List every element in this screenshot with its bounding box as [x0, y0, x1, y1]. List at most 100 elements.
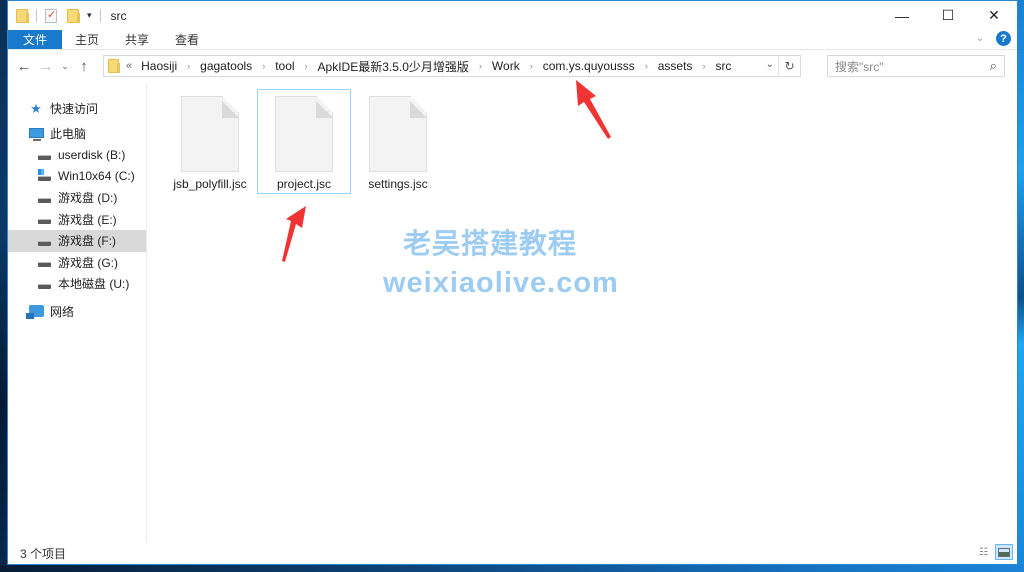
- explorer-body: ★ 快速访问 此电脑 userdisk (B:) Win10x64 (C:) 游…: [8, 84, 1017, 542]
- sidebar-item-label: Win10x64 (C:): [58, 169, 135, 184]
- window-controls: — ☐ ✕: [879, 1, 1017, 30]
- sidebar-item-quick-access[interactable]: ★ 快速访问: [8, 98, 146, 120]
- address-history-dropdown[interactable]: ⌄: [766, 59, 774, 70]
- page-fold: [222, 101, 239, 118]
- file-list: jsb_polyfill.jsc project.jsc settings.js…: [147, 84, 1017, 542]
- star-icon: ★: [30, 100, 42, 116]
- network-icon: [25, 305, 44, 320]
- sidebar-item-label: 本地磁盘 (U:): [58, 277, 130, 292]
- help-icon[interactable]: ?: [996, 31, 1011, 46]
- folder-icon: [108, 59, 120, 73]
- breadcrumb-item[interactable]: ApkIDE最新3.5.0少月增强版: [318, 58, 469, 75]
- divider: [36, 9, 37, 22]
- breadcrumb-overflow-button[interactable]: «: [126, 60, 132, 72]
- file-name: project.jsc: [276, 177, 332, 191]
- sidebar-item-drive-g[interactable]: 游戏盘 (G:): [8, 252, 146, 274]
- watermark-url: weixiaolive.com: [383, 267, 619, 299]
- sidebar-item-drive-e[interactable]: 游戏盘 (E:): [8, 209, 146, 231]
- breadcrumb-separator-icon[interactable]: ›: [262, 61, 265, 71]
- close-button[interactable]: ✕: [971, 1, 1017, 30]
- sidebar-item-drive-c[interactable]: Win10x64 (C:): [8, 166, 146, 188]
- breadcrumb-separator-icon[interactable]: ›: [187, 61, 190, 71]
- sidebar-item-label: 快速访问: [50, 102, 99, 117]
- sidebar-item-drive-u[interactable]: 本地磁盘 (U:): [8, 273, 146, 295]
- forward-button[interactable]: →: [35, 58, 57, 75]
- maximize-button[interactable]: ☐: [925, 1, 971, 30]
- breadcrumb-item[interactable]: com.ys.quyousss: [543, 59, 635, 73]
- breadcrumb-separator-icon[interactable]: ›: [305, 61, 308, 71]
- tab-share[interactable]: 共享: [112, 30, 162, 49]
- refresh-button[interactable]: ↻: [778, 56, 800, 76]
- window-title: src: [110, 8, 127, 23]
- tab-view[interactable]: 查看: [162, 30, 212, 49]
- sidebar-item-drive-b[interactable]: userdisk (B:): [8, 144, 146, 166]
- tab-home[interactable]: 主页: [62, 30, 112, 49]
- breadcrumb-separator-icon[interactable]: ›: [645, 61, 648, 71]
- os-drive-icon: [36, 169, 52, 182]
- breadcrumb-separator-icon[interactable]: ›: [479, 61, 482, 71]
- breadcrumb-item[interactable]: assets: [658, 59, 693, 73]
- desktop-background-left: [0, 0, 7, 572]
- file-item[interactable]: jsb_polyfill.jsc: [163, 89, 257, 194]
- large-icons-view-button[interactable]: [995, 544, 1013, 560]
- drive-icon: [36, 257, 52, 268]
- recent-locations-dropdown[interactable]: ⌄: [57, 61, 73, 72]
- item-count: 3 个项目: [20, 546, 67, 561]
- file-item[interactable]: settings.jsc: [351, 89, 445, 194]
- sidebar-item-label: 游戏盘 (E:): [58, 212, 117, 227]
- folder-icon[interactable]: [16, 8, 29, 23]
- drive-icon: [36, 279, 52, 289]
- file-item-selected[interactable]: project.jsc: [257, 89, 351, 194]
- file-name: jsb_polyfill.jsc: [173, 177, 247, 191]
- taskbar-edge: [0, 565, 1024, 572]
- computer-icon: [28, 128, 44, 142]
- sidebar-item-label: 游戏盘 (F:): [58, 234, 116, 249]
- tab-file[interactable]: 文件: [8, 30, 63, 49]
- sidebar-item-label: 游戏盘 (D:): [58, 191, 118, 206]
- new-folder-icon[interactable]: [67, 8, 80, 23]
- drive-icon: [36, 150, 52, 160]
- breadcrumb-separator-icon[interactable]: ›: [530, 61, 533, 71]
- sidebar-item-drive-d[interactable]: 游戏盘 (D:): [8, 187, 146, 209]
- ribbon-tabs: 文件 主页 共享 查看 ⌄ ?: [8, 30, 1017, 50]
- large-icons-view-icon: [998, 547, 1010, 557]
- breadcrumb-item[interactable]: Work: [492, 59, 520, 73]
- view-switcher: ☷: [974, 544, 1013, 560]
- customize-toolbar-dropdown[interactable]: ▾: [87, 10, 92, 21]
- divider: [99, 9, 101, 22]
- details-view-button[interactable]: ☷: [974, 544, 992, 560]
- details-view-icon: ☷: [979, 546, 988, 558]
- title-bar: ▾ src — ☐ ✕: [8, 1, 1017, 30]
- sidebar-item-label: userdisk (B:): [58, 147, 126, 162]
- sidebar-item-this-pc[interactable]: 此电脑: [8, 123, 146, 145]
- address-bar[interactable]: « Haosiji › gagatools › tool › ApkIDE最新3…: [103, 55, 801, 77]
- minimize-button[interactable]: —: [879, 1, 925, 30]
- desktop-background-right: [1018, 0, 1024, 572]
- expand-ribbon-chevron-icon[interactable]: ⌄: [976, 33, 984, 44]
- status-bar: 3 个项目 ☷: [8, 542, 1017, 564]
- breadcrumb-item[interactable]: tool: [275, 59, 294, 73]
- breadcrumb-item-current[interactable]: src: [715, 59, 731, 73]
- sidebar-item-label: 网络: [50, 304, 75, 319]
- properties-icon[interactable]: [45, 8, 57, 23]
- up-button[interactable]: ↑: [73, 58, 95, 75]
- sidebar-item-network[interactable]: 网络: [8, 301, 146, 323]
- breadcrumb-separator-icon[interactable]: ›: [702, 61, 705, 71]
- search-icon[interactable]: ⌕: [990, 58, 997, 74]
- sidebar-item-label: 此电脑: [50, 126, 87, 141]
- sidebar-item-drive-f[interactable]: 游戏盘 (F:): [8, 230, 146, 252]
- watermark-title: 老吴搭建教程: [403, 228, 578, 259]
- navigation-pane: ★ 快速访问 此电脑 userdisk (B:) Win10x64 (C:) 游…: [8, 84, 147, 542]
- search-placeholder: 搜索"src": [835, 59, 884, 74]
- ribbon-right-controls: ⌄ ?: [976, 31, 1011, 46]
- back-button[interactable]: ←: [13, 58, 35, 75]
- drive-icon: [36, 236, 52, 246]
- breadcrumb-item[interactable]: gagatools: [200, 59, 252, 73]
- quick-access-toolbar: ▾ src: [8, 8, 127, 23]
- page-fold: [316, 101, 333, 118]
- breadcrumb-item[interactable]: Haosiji: [141, 59, 177, 73]
- drive-icon: [36, 214, 52, 225]
- drive-icon: [36, 193, 52, 203]
- search-input[interactable]: 搜索"src" ⌕: [827, 55, 1005, 77]
- page-fold: [410, 101, 427, 118]
